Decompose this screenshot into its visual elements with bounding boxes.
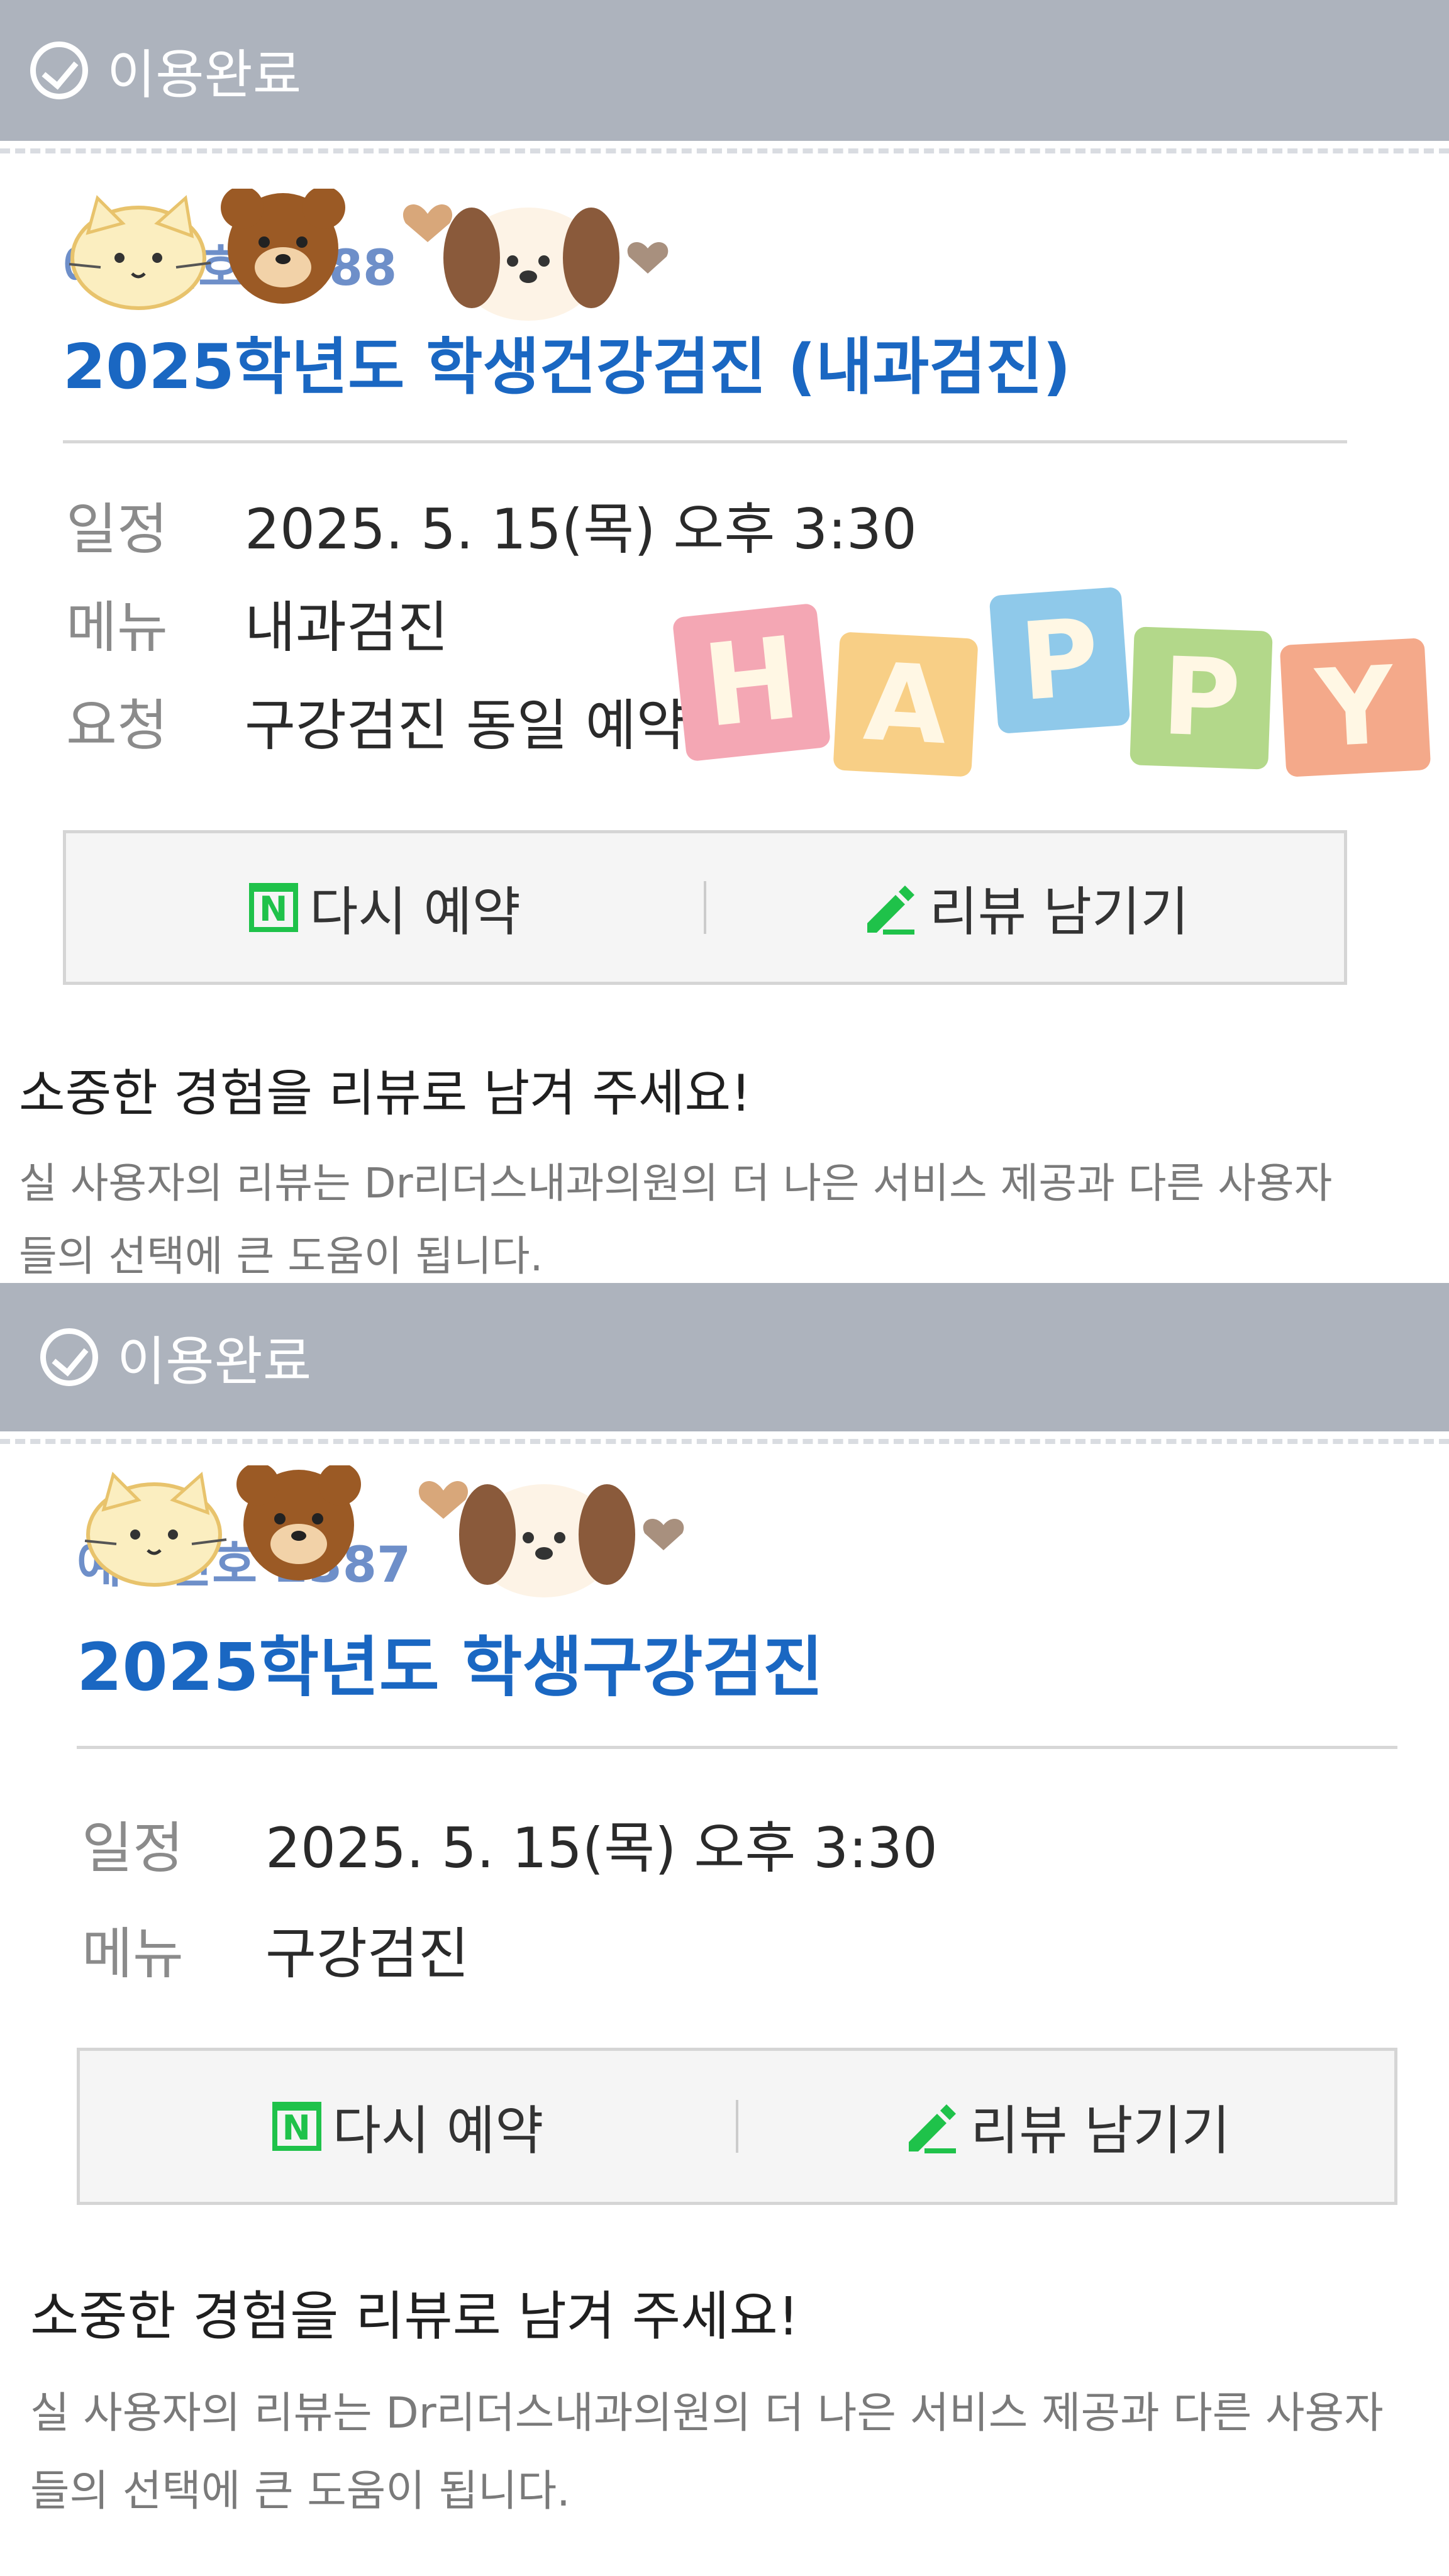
animal-sticker-group	[84, 1465, 684, 1597]
review-promo-line-1: 실 사용자의 리뷰는 Dr리더스내과의원의 더 나은 서비스 제공과 다른 사용…	[19, 1159, 1333, 1208]
schedule-label: 일정	[82, 1815, 184, 1880]
menu-label: 메뉴	[66, 594, 168, 660]
divider	[77, 1746, 1397, 1749]
review-promo-line-2: 들의 선택에 큰 도움이 됩니다.	[19, 1232, 543, 1280]
info-row-menu: 메뉴 내과검진	[66, 585, 448, 660]
check-circle-icon	[30, 42, 88, 99]
review-promo-title: 소중한 경험을 리뷰로 남겨 주세요!	[30, 2285, 799, 2347]
bear-icon	[236, 1465, 361, 1580]
cat-icon	[69, 195, 211, 310]
dog-icon	[459, 1484, 635, 1597]
review-promo-desc: 실 사용자의 리뷰는 Dr리더스내과의원의 더 나은 서비스 제공과 다른 사용…	[19, 1147, 1440, 1283]
info-row-schedule: 일정 2025. 5. 15(목) 오후 3:30	[66, 487, 917, 562]
request-label: 요청	[66, 692, 168, 758]
divider	[63, 440, 1347, 443]
cat-icon	[84, 1472, 227, 1587]
write-review-button[interactable]: 리뷰 남기기	[706, 833, 1344, 982]
naver-calendar-icon	[272, 2102, 321, 2151]
reservation-card-2: 이용완료 예약번호 2387 2025학년도 학생구강검진 일정 2025. 5…	[0, 1283, 1449, 2576]
naver-calendar-icon	[249, 883, 299, 932]
rebook-label: 다시 예약	[309, 880, 521, 943]
menu-value: 내과검진	[245, 594, 448, 660]
action-bar: 다시 예약 리뷰 남기기	[77, 2048, 1397, 2205]
review-label: 리뷰 남기기	[970, 2099, 1231, 2162]
status-label: 이용완료	[107, 43, 302, 106]
status-header: 이용완료	[0, 1283, 1449, 1431]
status-header: 이용완료	[0, 0, 1449, 141]
schedule-value: 2025. 5. 15(목) 오후 3:30	[265, 1815, 938, 1880]
dog-icon	[443, 208, 619, 321]
rebook-button[interactable]: 다시 예약	[66, 833, 704, 982]
happy-letter-h: H	[672, 602, 831, 762]
action-bar: 다시 예약 리뷰 남기기	[63, 830, 1347, 985]
happy-letter-a: A	[833, 631, 979, 777]
heart-icon	[418, 1480, 469, 1519]
info-row-schedule: 일정 2025. 5. 15(목) 오후 3:30	[82, 1802, 938, 1884]
review-promo-line-2: 들의 선택에 큰 도움이 됩니다.	[30, 2467, 570, 2516]
happy-letter-y: Y	[1279, 638, 1431, 777]
review-promo-title: 소중한 경험을 리뷰로 남겨 주세요!	[19, 1064, 752, 1123]
reservation-title[interactable]: 2025학년도 학생구강검진	[77, 1614, 823, 1709]
schedule-value: 2025. 5. 15(목) 오후 3:30	[245, 496, 917, 562]
animal-sticker-group	[69, 189, 669, 321]
schedule-label: 일정	[66, 496, 168, 562]
request-value: 구강검진 동일 예약 /	[245, 692, 724, 758]
happy-sticker: H A P P Y	[672, 586, 1446, 805]
write-review-button[interactable]: 리뷰 남기기	[738, 2051, 1394, 2202]
reservation-card-1: 이용완료 예약번호 2388 2025학년도 학생건강검진 (내과검진) 일정 …	[0, 0, 1449, 1283]
review-promo-desc: 실 사용자의 리뷰는 Dr리더스내과의원의 더 나은 서비스 제공과 다른 사용…	[30, 2375, 1445, 2531]
rebook-label: 다시 예약	[332, 2099, 544, 2162]
info-row-menu: 메뉴 구강검진	[82, 1908, 469, 1990]
rebook-button[interactable]: 다시 예약	[80, 2051, 736, 2202]
check-circle-icon	[40, 1328, 98, 1386]
review-label: 리뷰 남기기	[929, 880, 1189, 943]
happy-letter-p1: P	[989, 586, 1131, 735]
pencil-icon	[908, 2104, 956, 2153]
pencil-icon	[867, 886, 915, 935]
status-label: 이용완료	[117, 1330, 312, 1392]
menu-value: 구강검진	[265, 1921, 469, 1986]
info-row-request: 요청 구강검진 동일 예약 /	[66, 683, 723, 758]
menu-label: 메뉴	[82, 1921, 184, 1986]
happy-letter-p2: P	[1130, 626, 1273, 770]
review-promo-line-1: 실 사용자의 리뷰는 Dr리더스내과의원의 더 나은 서비스 제공과 다른 사용…	[30, 2389, 1384, 2438]
bear-icon	[221, 189, 345, 304]
heart-icon	[402, 204, 453, 242]
